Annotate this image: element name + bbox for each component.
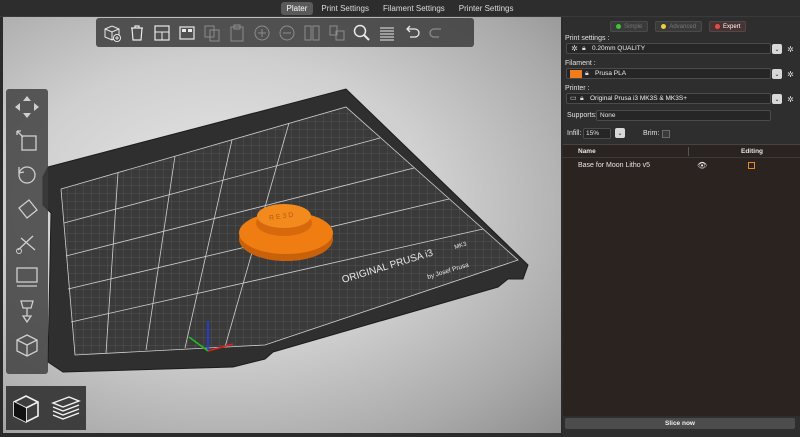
printer-label: Printer : <box>565 85 590 92</box>
supports-label: Supports: <box>567 112 597 119</box>
tab-printer-settings[interactable]: Printer Settings <box>453 2 520 15</box>
supports-combo[interactable]: None <box>596 110 771 121</box>
mode-simple-button[interactable]: Simple <box>610 21 649 32</box>
print-settings-dropdown[interactable]: ⌄ <box>772 44 782 54</box>
object-name: Base for Moon Litho v5 <box>578 161 650 169</box>
lock-icon: 🔒︎ <box>585 69 589 77</box>
column-divider <box>688 147 689 156</box>
lock-icon: 🔒︎ <box>580 94 584 102</box>
add-icon[interactable] <box>100 21 123 45</box>
paint-supports-icon[interactable] <box>10 263 44 290</box>
gear-icon: ✲ <box>571 44 578 53</box>
column-name[interactable]: Name <box>578 148 596 155</box>
split-objects-icon[interactable] <box>300 21 323 45</box>
expert-dot-icon <box>715 24 721 29</box>
advanced-dot-icon <box>661 24 667 29</box>
delete-all-icon[interactable] <box>150 21 173 45</box>
place-on-face-icon[interactable] <box>10 195 44 222</box>
search-icon[interactable] <box>350 21 373 45</box>
print-settings-label: Print settings : <box>565 35 610 42</box>
filament-edit-icon[interactable]: ✲ <box>786 70 795 79</box>
print-settings-combo[interactable]: ✲ 🔒︎ 0.20mm QUALITY <box>566 43 771 54</box>
mode-advanced-button[interactable]: Advanced <box>655 21 703 32</box>
print-bed-scene: R E 3 D ORIGINAL PRUSA i3 MK3 by Josef P… <box>42 88 529 373</box>
printer-combo[interactable]: ▭ 🔒︎ Original Prusa i3 MK3S & MK3S+ <box>566 93 771 104</box>
mode-selector: Simple Advanced Expert <box>610 21 747 32</box>
mode-expert-button[interactable]: Expert <box>709 21 747 32</box>
seam-painting-icon[interactable] <box>10 297 44 324</box>
remove-instance-icon[interactable] <box>275 21 298 45</box>
tab-plater[interactable]: Plater <box>280 1 314 15</box>
slice-now-button[interactable]: Slice now <box>565 418 795 429</box>
view-toggle <box>6 386 86 430</box>
3d-viewport[interactable]: R E 3 D ORIGINAL PRUSA i3 MK3 by Josef P… <box>3 17 561 433</box>
cut-icon[interactable] <box>10 229 44 256</box>
lock-icon: 🔒︎ <box>582 44 586 52</box>
paste-icon[interactable] <box>225 21 248 45</box>
undo-icon[interactable] <box>400 21 423 45</box>
filament-color-swatch <box>570 69 582 78</box>
printer-dropdown[interactable]: ⌄ <box>772 94 782 104</box>
left-toolbar <box>6 89 48 374</box>
add-instance-icon[interactable] <box>250 21 273 45</box>
brim-label: Brim: <box>643 130 660 137</box>
infill-combo[interactable]: 15% <box>583 128 611 139</box>
top-toolbar <box>96 18 474 47</box>
brim-checkbox[interactable] <box>662 130 670 138</box>
split-parts-icon[interactable] <box>325 21 348 45</box>
copy-icon[interactable] <box>200 21 223 45</box>
move-icon[interactable] <box>10 93 44 120</box>
filament-label: Filament : <box>565 60 596 67</box>
edit-icon[interactable] <box>748 161 755 169</box>
3d-view-icon[interactable] <box>8 390 44 426</box>
filament-combo[interactable]: 🔒︎ Prusa PLA <box>566 68 771 79</box>
layers-editing-icon[interactable] <box>375 21 398 45</box>
arrange-icon[interactable] <box>175 21 198 45</box>
tab-bar: Plater Print Settings Filament Settings … <box>0 0 800 17</box>
print-settings-edit-icon[interactable]: ✲ <box>786 45 795 54</box>
redo-icon[interactable] <box>425 21 448 45</box>
tab-print-settings[interactable]: Print Settings <box>315 2 375 15</box>
scale-icon[interactable] <box>10 127 44 154</box>
preview-layers-icon[interactable] <box>48 390 84 426</box>
list-item[interactable]: Base for Moon Litho v5 👁︎ <box>563 158 800 172</box>
variable-layer-icon[interactable] <box>10 331 44 358</box>
rotate-icon[interactable] <box>10 161 44 188</box>
column-editing[interactable]: Editing <box>741 148 763 155</box>
simple-dot-icon <box>616 24 621 29</box>
infill-label: Infill: <box>567 130 582 137</box>
sidebar-panel: Simple Advanced Expert Print settings : … <box>563 17 800 437</box>
filament-dropdown[interactable]: ⌄ <box>772 69 782 79</box>
object-list: Name Editing Base for Moon Litho v5 👁︎ <box>563 144 800 416</box>
object-list-header: Name Editing <box>563 145 800 158</box>
infill-dropdown[interactable]: ⌄ <box>615 128 625 138</box>
delete-icon[interactable] <box>125 21 148 45</box>
printer-icon: ▭ <box>570 94 577 102</box>
eye-icon[interactable]: 👁︎ <box>697 161 707 170</box>
printer-edit-icon[interactable]: ✲ <box>786 95 795 104</box>
tab-filament-settings[interactable]: Filament Settings <box>377 2 451 15</box>
